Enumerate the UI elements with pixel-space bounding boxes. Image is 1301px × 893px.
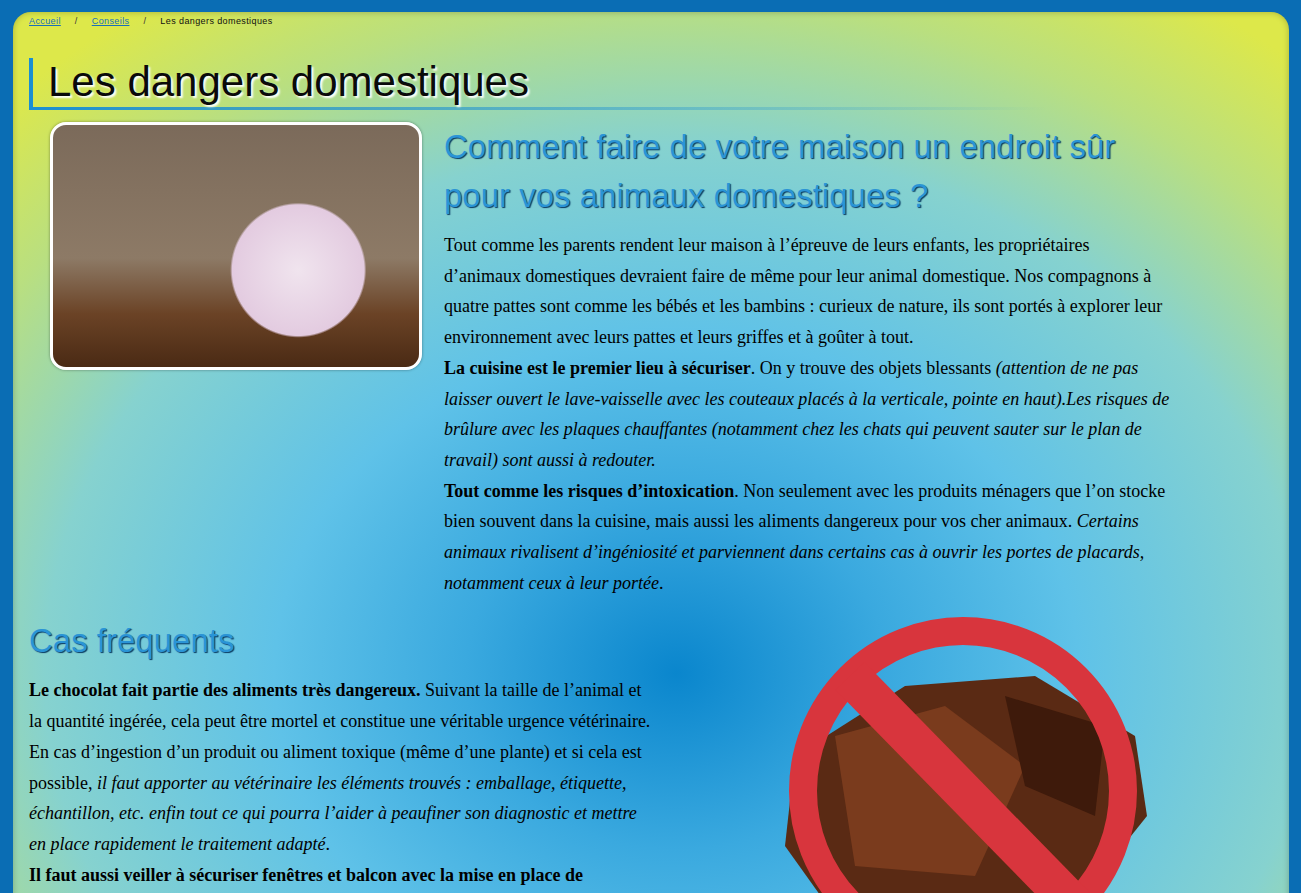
breadcrumb-item: Les dangers domestiques bbox=[160, 16, 272, 26]
breadcrumb-item[interactable]: Conseils bbox=[92, 16, 130, 26]
section-heading: Cas fréquents bbox=[29, 616, 655, 665]
chocolate-image bbox=[655, 616, 1273, 893]
intro-paragraph: La cuisine est le premier lieu à sécuris… bbox=[444, 353, 1170, 476]
intro-section: Comment faire de votre maison un endroit… bbox=[29, 122, 1273, 598]
breadcrumb-separator: / bbox=[75, 16, 78, 26]
chocolate-poison-icon bbox=[775, 616, 1147, 893]
section-paragraph: Il faut aussi veiller à sécuriser fenêtr… bbox=[29, 860, 655, 891]
frequent-cases-section: Cas fréquents Le chocolat fait partie des… bbox=[29, 616, 1273, 893]
section-paragraph: Le chocolat fait partie des aliments trè… bbox=[29, 675, 655, 859]
page-title: Les dangers domestiques bbox=[29, 58, 1048, 110]
intro-heading: Comment faire de votre maison un endroit… bbox=[444, 122, 1170, 220]
page: Accueil / Conseils / Les dangers domestiques… bbox=[0, 0, 1301, 893]
intro-paragraph: Tout comme les parents rendent leur mais… bbox=[444, 230, 1170, 353]
intro-text: Comment faire de votre maison un endroit… bbox=[444, 122, 1170, 598]
breadcrumb-item[interactable]: Accueil bbox=[29, 16, 61, 26]
cat-photo bbox=[50, 122, 422, 370]
intro-paragraph: Tout comme les risques d’intoxication. N… bbox=[444, 476, 1170, 599]
frequent-cases-text: Cas fréquents Le chocolat fait partie des… bbox=[29, 616, 655, 893]
breadcrumb: Accueil / Conseils / Les dangers domestiques bbox=[29, 14, 1273, 28]
breadcrumb-separator: / bbox=[143, 16, 146, 26]
content-panel: Accueil / Conseils / Les dangers domestiques… bbox=[13, 12, 1289, 893]
